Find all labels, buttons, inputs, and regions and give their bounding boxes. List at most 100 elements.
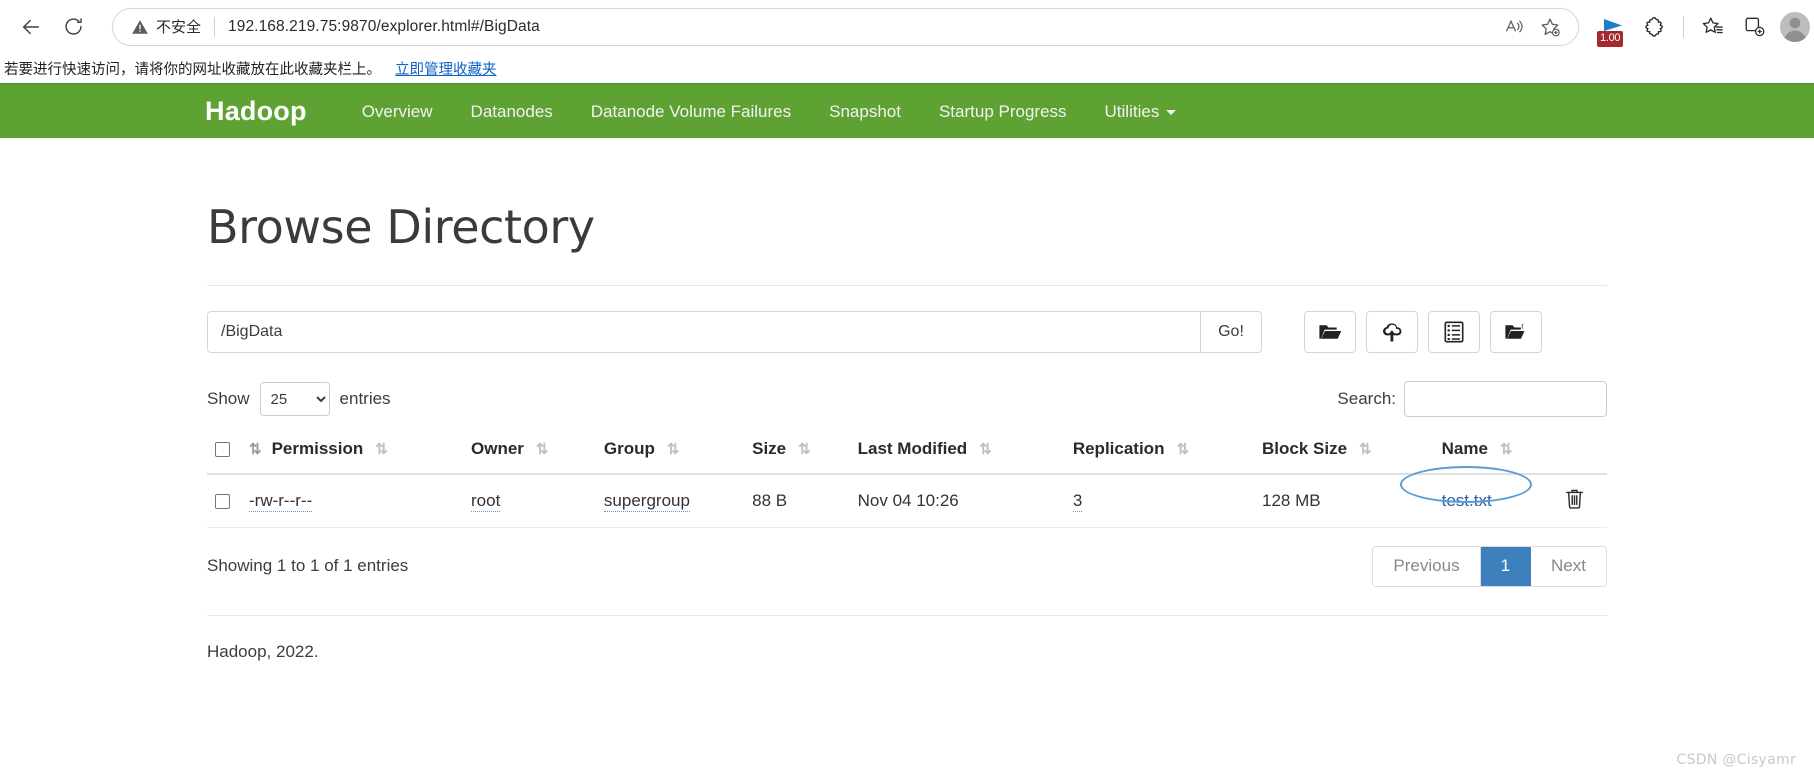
path-toolbar: Go!	[207, 311, 1607, 353]
sort-icon[interactable]: ⇅	[667, 442, 680, 457]
table-footer: Showing 1 to 1 of 1 entries Previous 1 N…	[207, 546, 1607, 587]
th-owner[interactable]: Owner ⇅	[463, 429, 596, 475]
th-last-modified[interactable]: Last Modified ⇅	[849, 429, 1065, 475]
cell-owner: root	[463, 474, 596, 528]
th-owner-label: Owner	[471, 439, 524, 458]
replication-link[interactable]: 3	[1072, 491, 1083, 512]
favorites-star-icon	[1702, 17, 1723, 34]
th-name[interactable]: Name ⇅	[1433, 429, 1557, 475]
page-length-control: Show 25 50 100 entries	[207, 382, 391, 416]
nav-link-overview[interactable]: Overview	[343, 103, 452, 120]
footer-divider	[207, 614, 1607, 616]
cell-name: test.txt	[1399, 466, 1557, 528]
address-bar[interactable]: 不安全 192.168.219.75:9870/explorer.html#/B…	[112, 7, 1579, 46]
table-row: -rw-r--r-- root supergroup 88 B Nov 04 1…	[207, 466, 1607, 528]
th-select-all	[207, 429, 241, 475]
page-length-select[interactable]: 25 50 100	[259, 382, 330, 416]
bookmarks-hint: 若要进行快速访问，请将你的网址收藏放在此收藏夹栏上。	[4, 61, 381, 78]
delete-file-button[interactable]	[1565, 489, 1584, 513]
cut-paste-files-button[interactable]: t	[1490, 311, 1542, 353]
create-directory-button[interactable]	[1304, 311, 1356, 353]
collections-icon	[1745, 17, 1764, 37]
path-input-group: Go!	[207, 311, 1262, 353]
th-name-label: Name	[1441, 439, 1488, 458]
directory-table: ⇅ Permission ⇅ Owner ⇅ Group ⇅ Size ⇅ La…	[207, 429, 1607, 528]
pagination-page-1[interactable]: 1	[1480, 547, 1532, 586]
search-control: Search:	[1337, 381, 1607, 417]
pagination: Previous 1 Next	[1372, 546, 1607, 587]
warning-triangle-icon	[132, 19, 148, 34]
browser-toolbar: 不安全 192.168.219.75:9870/explorer.html#/B…	[0, 0, 1814, 53]
read-aloud-icon[interactable]	[1498, 11, 1530, 43]
folder-open-icon	[1319, 325, 1342, 339]
manage-favorites-link[interactable]: 立即管理收藏夹	[395, 58, 497, 79]
search-input[interactable]	[1404, 381, 1607, 417]
list-icon	[1444, 321, 1464, 343]
table-header-row: ⇅ Permission ⇅ Owner ⇅ Group ⇅ Size ⇅ La…	[207, 429, 1607, 475]
security-indicator[interactable]: 不安全	[131, 16, 201, 37]
refresh-button[interactable]	[52, 6, 94, 48]
toolbar-divider	[1683, 15, 1684, 38]
nav-link-snapshot[interactable]: Snapshot	[810, 103, 920, 120]
upload-files-button[interactable]	[1366, 311, 1418, 353]
page-title: Browse Directory	[207, 200, 595, 254]
sort-icon[interactable]: ⇅	[1359, 442, 1372, 457]
th-permission[interactable]: ⇅ Permission ⇅	[241, 429, 464, 475]
sort-icon[interactable]: ⇅	[798, 442, 811, 457]
nav-link-datanodes[interactable]: Datanodes	[452, 103, 572, 120]
browser-action-icons: 1.00	[1587, 7, 1810, 47]
chevron-down-icon	[1166, 109, 1177, 115]
go-button[interactable]: Go!	[1200, 311, 1262, 353]
pagination-next[interactable]: Next	[1531, 547, 1606, 586]
watermark: CSDN @Cisyamr	[1676, 752, 1796, 768]
cell-size: 88 B	[744, 474, 850, 528]
url-text: 192.168.219.75:9870/explorer.html#/BigDa…	[228, 17, 540, 35]
nav-link-datanode-volume-failures[interactable]: Datanode Volume Failures	[572, 103, 810, 120]
file-name-link[interactable]: test.txt	[1442, 491, 1492, 510]
th-group-label: Group	[603, 439, 655, 458]
title-divider	[207, 285, 1607, 286]
extension-badge: 1.00	[1597, 30, 1624, 47]
sort-icon[interactable]: ⇅	[375, 442, 388, 457]
nav-link-startup-progress[interactable]: Startup Progress	[920, 103, 1086, 120]
show-snapshots-button[interactable]	[1428, 311, 1480, 353]
back-button[interactable]	[10, 6, 52, 48]
th-actions	[1557, 429, 1607, 475]
hadoop-navbar: Hadoop Overview Datanodes Datanode Volum…	[0, 83, 1814, 138]
profile-avatar[interactable]	[1780, 11, 1810, 42]
row-checkbox[interactable]	[215, 494, 230, 510]
th-last-modified-label: Last Modified	[857, 439, 968, 458]
extension-flag-button[interactable]: 1.00	[1593, 7, 1633, 47]
owner-link[interactable]: root	[471, 491, 501, 512]
th-replication-label: Replication	[1072, 439, 1165, 458]
security-label: 不安全	[156, 19, 202, 36]
th-size-label: Size	[752, 439, 787, 458]
table-controls: Show 25 50 100 entries Search:	[207, 381, 1607, 417]
nav-dropdown-utilities[interactable]: Utilities	[1086, 103, 1196, 120]
nav-link-utilities-label: Utilities	[1104, 101, 1160, 121]
select-all-checkbox[interactable]	[215, 442, 230, 458]
group-link[interactable]: supergroup	[603, 491, 690, 512]
trash-icon	[1565, 489, 1584, 509]
th-block-size[interactable]: Block Size ⇅	[1253, 429, 1434, 475]
favorites-button[interactable]	[1692, 7, 1732, 47]
collections-button[interactable]	[1734, 7, 1774, 47]
table-body: -rw-r--r-- root supergroup 88 B Nov 04 1…	[207, 466, 1607, 528]
path-input[interactable]	[207, 311, 1200, 353]
th-permission-label: Permission	[271, 439, 364, 458]
sort-icon[interactable]: ⇅	[1176, 442, 1189, 457]
pagination-previous[interactable]: Previous	[1373, 547, 1481, 586]
sort-icon[interactable]: ⇅	[1500, 442, 1513, 457]
sort-icon[interactable]: ⇅	[536, 442, 549, 457]
bookmarks-bar: 若要进行快速访问，请将你的网址收藏放在此收藏夹栏上。 立即管理收藏夹	[0, 53, 1814, 83]
th-size[interactable]: Size ⇅	[744, 429, 850, 475]
permission-link[interactable]: -rw-r--r--	[249, 491, 313, 512]
hadoop-brand[interactable]: Hadoop	[205, 97, 307, 125]
th-group[interactable]: Group ⇅	[595, 429, 745, 475]
extensions-button[interactable]	[1635, 7, 1675, 47]
sort-icon-active[interactable]: ⇅	[249, 442, 262, 457]
puzzle-piece-icon	[1645, 16, 1663, 37]
sort-icon[interactable]: ⇅	[979, 442, 992, 457]
add-favorite-icon[interactable]	[1534, 11, 1566, 43]
th-replication[interactable]: Replication ⇅	[1064, 429, 1254, 475]
